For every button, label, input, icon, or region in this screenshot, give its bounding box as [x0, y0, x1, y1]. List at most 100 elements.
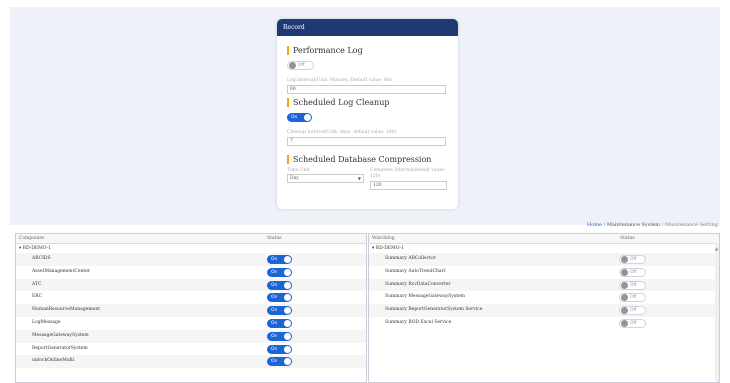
companies-table-header: Companies Status: [16, 234, 366, 244]
toggle-knob: [621, 256, 628, 263]
row-name: Summary RcvDataConverter: [385, 281, 451, 287]
companies-group-row[interactable]: ▾ RD-DEMO-1: [16, 244, 366, 253]
toggle-knob: [304, 114, 311, 121]
table-row: ReportGeneratorSystem On: [16, 343, 366, 356]
table-row: AssetManagementCenter On: [16, 266, 366, 279]
row-name: ARCIDS: [32, 256, 51, 261]
toggle-label: Off: [630, 282, 637, 288]
row-name: MessageGatewaySystem: [32, 332, 89, 338]
toggle-knob: [289, 62, 296, 69]
log-cleanup-toggle[interactable]: On: [287, 113, 312, 122]
watchdog-table-header: Watchdog Status: [369, 234, 719, 244]
status-toggle[interactable]: Off: [619, 280, 646, 290]
toggle-label: Off: [630, 320, 637, 326]
record-card-title: Record: [277, 19, 458, 36]
breadcrumb-current: Maintenance Setting: [664, 222, 718, 228]
table-row: Summary AutoTrendChart Off: [369, 266, 719, 279]
toggle-label: On: [271, 269, 278, 275]
status-toggle[interactable]: On: [267, 280, 292, 290]
watchdog-rows: Summary ARCollector Off Summary AutoTrendC…: [369, 253, 719, 330]
status-toggle[interactable]: On: [267, 267, 292, 277]
status-toggle[interactable]: On: [267, 255, 292, 264]
row-name: ERC: [32, 294, 43, 300]
toggle-label: On: [271, 257, 278, 262]
performance-log-toggle[interactable]: Off: [287, 61, 314, 70]
toggle-knob: [284, 256, 291, 263]
watchdog-scrollbar[interactable]: ▲: [715, 243, 719, 382]
status-toggle[interactable]: On: [267, 293, 292, 303]
row-name: AssetManagementCenter: [32, 268, 91, 274]
compress-interval-label: Compress Interval(default value: 120): [370, 168, 446, 179]
performance-log-title: Performance Log: [287, 46, 450, 55]
db-compression-title: Scheduled Database Compression: [287, 155, 450, 164]
breadcrumb-separator: /: [603, 222, 606, 228]
status-toggle[interactable]: Off: [619, 255, 646, 264]
toggle-label: On: [271, 295, 278, 301]
scroll-up-icon[interactable]: ▲: [715, 246, 718, 251]
cleanup-interval-input[interactable]: 7: [287, 137, 446, 146]
table-row: MessageGatewaySystem On: [16, 329, 366, 343]
companies-panel: Companies Status ▾ RD-DEMO-1 ARCIDS On Ass…: [15, 233, 367, 383]
row-name: Summary AutoTrendChart: [385, 268, 446, 274]
table-row: ATC On: [16, 278, 366, 292]
row-name: Summary ROD Excel Service: [385, 319, 452, 325]
toggle-knob: [284, 294, 291, 302]
toggle-label: On: [271, 333, 278, 339]
breadcrumb-home[interactable]: Home: [587, 222, 602, 228]
toggle-label: On: [271, 359, 278, 365]
toggle-label: On: [271, 320, 278, 326]
table-row: unlockOnlineMulti On: [16, 355, 366, 369]
breadcrumb-system[interactable]: Maintenance System: [607, 222, 660, 228]
status-toggle[interactable]: On: [267, 357, 292, 367]
toggle-knob: [621, 307, 628, 315]
performance-log-hint: Log Interval(Unit: Minute), Default valu…: [287, 78, 392, 83]
performance-log-toggle-label: Off: [298, 63, 305, 68]
status-toggle[interactable]: On: [267, 306, 292, 316]
table-row: ARCIDS On: [16, 253, 366, 266]
row-name: HumanResourceManagement: [32, 307, 101, 313]
compress-interval-input[interactable]: 120: [370, 181, 447, 190]
row-name: LogMessage: [32, 319, 61, 325]
toggle-knob: [284, 358, 291, 366]
status-toggle[interactable]: Off: [619, 293, 646, 303]
table-row: Summary ReportGeneratorSystem Service Off: [369, 304, 719, 317]
time-unit-value: Day: [290, 176, 299, 181]
breadcrumb: Home / Maintenance System / Maintenance …: [587, 222, 718, 228]
table-row: Summary RcvDataConverter Off: [369, 278, 719, 292]
log-cleanup-title: Scheduled Log Cleanup: [287, 98, 450, 107]
companies-rows: ARCIDS On AssetManagementCenter On ATC On ERC O…: [16, 253, 366, 369]
row-name: ReportGeneratorSystem: [32, 345, 88, 351]
toggle-label: On: [271, 308, 278, 314]
watchdog-group-row[interactable]: ▾ RD-DEMO-1: [369, 244, 719, 253]
row-name: Summary ARCollector: [385, 256, 436, 261]
table-row: HumanResourceManagement On: [16, 304, 366, 317]
toggle-knob: [284, 268, 291, 276]
chevron-down-icon: ▼: [357, 176, 361, 181]
watchdog-column-header: Watchdog: [372, 236, 395, 241]
watchdog-panel: Watchdog Status ▾ RD-DEMO-1 Summary ARCo…: [368, 233, 720, 383]
table-row: LogMessage On: [16, 317, 366, 330]
log-interval-input[interactable]: 60: [287, 85, 446, 94]
status-toggle[interactable]: On: [267, 331, 292, 341]
status-toggle[interactable]: Off: [619, 306, 646, 316]
watchdog-status-column-header: Status: [620, 236, 635, 241]
status-toggle[interactable]: Off: [619, 267, 646, 277]
toggle-knob: [284, 281, 291, 289]
status-toggle[interactable]: Off: [619, 318, 646, 328]
status-toggle[interactable]: On: [267, 344, 292, 354]
toggle-label: On: [271, 346, 278, 352]
row-name: unlockOnlineMulti: [32, 358, 75, 364]
toggle-knob: [621, 268, 628, 276]
time-unit-select[interactable]: Day ▼: [287, 174, 364, 183]
companies-column-header: Companies: [19, 236, 45, 241]
row-name: ATC: [32, 281, 42, 287]
toggle-label: Off: [630, 308, 637, 314]
table-row: Summary ARCollector Off: [369, 253, 719, 266]
table-row: Summary MessageGatewaySystem Off: [369, 291, 719, 304]
table-row: Summary ROD Excel Service Off: [369, 317, 719, 330]
toggle-knob: [284, 332, 291, 340]
status-toggle[interactable]: On: [267, 318, 292, 328]
toggle-label: Off: [630, 269, 637, 275]
toggle-knob: [284, 345, 291, 353]
log-cleanup-hint: Cleanup Interval(Unit: days, default val…: [287, 130, 397, 135]
